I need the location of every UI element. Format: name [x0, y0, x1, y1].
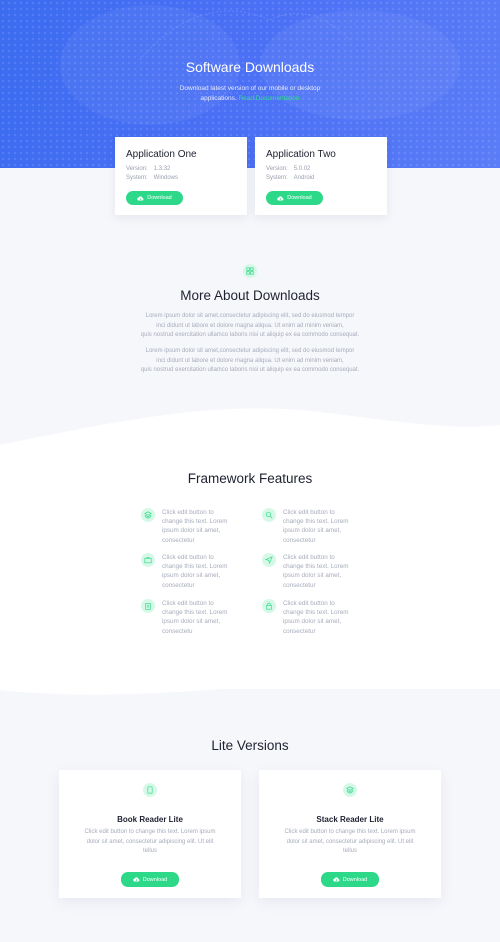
system-value: Android	[293, 175, 315, 181]
app-card-two: Application Two Version: 5.0.02 System: An…	[255, 137, 387, 215]
system-label: System:	[126, 175, 148, 181]
feature-line: change this text. Lorem	[283, 609, 349, 617]
wave-divider	[0, 408, 500, 470]
app-system: System: Android	[266, 175, 314, 181]
feature-line: consectetur	[283, 536, 316, 544]
app-card-one: Application One Version: 1.3.32 System: Wi…	[115, 137, 247, 215]
feature-line: change this text. Lorem	[162, 563, 228, 571]
app-version: Version: 1.3.32	[126, 166, 170, 172]
feature-text: Click edit button to change this text. Lo…	[283, 553, 363, 590]
lite-title: Lite Versions	[211, 738, 289, 753]
app-name: Application Two	[266, 149, 336, 160]
clipboard-icon	[141, 599, 155, 613]
download-label: Download	[147, 195, 172, 201]
about-title: More About Downloads	[180, 288, 320, 303]
lite-line: dolor sit amet, consectetur adipiscing e…	[286, 838, 414, 845]
tablet-icon	[143, 783, 157, 797]
version-label: Version:	[126, 166, 148, 172]
feature-line: Click edit button to	[283, 554, 335, 561]
feature-line: ipsum dolor sit amet,	[283, 618, 342, 626]
lite-line: tellus	[342, 848, 357, 854]
para-line: inci didunt ut labore et dolore magna al…	[156, 357, 344, 364]
para-line: Lorem ipsum dolor sit amet,consectetur a…	[145, 313, 355, 319]
feature-text: Click edit button to change this text. Lo…	[162, 508, 242, 545]
page-title: Software Downloads	[185, 59, 315, 75]
lite-card-book-reader: Book Reader Lite Click edit button to ch…	[59, 770, 241, 898]
about-paragraph-1: Lorem ipsum dolor sit amet,consectetur a…	[110, 312, 390, 341]
lock-icon	[262, 599, 276, 613]
lite-card-title: Book Reader Lite	[117, 815, 183, 824]
feature-line: consectetur	[283, 627, 316, 635]
feature-line: ipsum dolor sit amet,	[162, 527, 221, 535]
para-line: quis nostrud exercitation ullamco labori…	[140, 367, 360, 373]
download-label: Download	[342, 876, 368, 883]
read-documentation-link[interactable]: Read Documentation	[238, 95, 299, 102]
about-paragraph-2: Lorem ipsum dolor sit amet,consectetur a…	[110, 347, 390, 376]
briefcase-icon	[141, 553, 155, 567]
app-system: System: Windows	[126, 175, 178, 181]
feature-line: change this text. Lorem	[162, 518, 228, 526]
feature-line: change this text. Lorem	[162, 609, 228, 617]
layers-icon	[141, 508, 155, 522]
download-button[interactable]: Download	[126, 191, 183, 205]
feature-line: change this text. Lorem	[283, 563, 349, 571]
feature-text: Click edit button to change this text. Lo…	[162, 599, 242, 636]
feature-text: Click edit button to change this text. Lo…	[283, 508, 363, 545]
subtitle-line: applications. Read Documentation	[150, 94, 350, 104]
feature-line: ipsum dolor sit amet,	[162, 618, 221, 626]
download-button[interactable]: Download	[266, 191, 323, 205]
cloud-download-icon	[133, 877, 140, 882]
feature-line: Click edit button to	[162, 554, 214, 561]
lite-line: tellus	[142, 848, 157, 854]
lite-card-text: Click edit button to change this text. L…	[269, 828, 431, 857]
feature-line: consectetur	[162, 581, 195, 589]
lite-line: Click edit button to change this text. L…	[284, 829, 416, 835]
features-section	[0, 469, 500, 689]
lite-line: Click edit button to change this text. L…	[84, 829, 216, 835]
lite-line: dolor sit amet, consectetur adipiscing e…	[86, 838, 214, 845]
hero-subtitle: Download latest version of our mobile or…	[150, 84, 350, 103]
system-label: System:	[266, 175, 288, 181]
app-name: Application One	[126, 149, 197, 160]
version-label: Version:	[266, 166, 288, 172]
feature-line: Click edit button to	[162, 600, 214, 607]
subtitle-text: applications.	[200, 94, 237, 102]
search-icon	[262, 508, 276, 522]
download-button[interactable]: Download	[321, 872, 379, 887]
grid-icon	[243, 264, 257, 278]
para-line: inci didunt ut labore et dolore magna al…	[156, 322, 344, 329]
lite-card-text: Click edit button to change this text. L…	[69, 828, 231, 857]
feature-line: consectetur	[162, 536, 195, 544]
subtitle-line: Download latest version of our mobile or…	[179, 85, 321, 92]
feature-line: consectetu	[162, 627, 193, 635]
para-line: quis nostrud exercitation ullamco labori…	[140, 332, 360, 338]
cloud-download-icon	[333, 877, 340, 882]
wave-divider	[0, 660, 500, 695]
feature-line: ipsum dolor sit amet,	[283, 572, 342, 580]
download-button[interactable]: Download	[121, 872, 179, 887]
feature-line: Click edit button to	[162, 509, 214, 516]
feature-line: Click edit button to	[283, 509, 335, 516]
feature-line: ipsum dolor sit amet,	[162, 572, 221, 580]
version-value: 5.0.02	[293, 166, 311, 172]
version-value: 1.3.32	[153, 166, 171, 172]
download-label: Download	[142, 876, 168, 883]
feature-line: ipsum dolor sit amet,	[283, 527, 342, 535]
features-title: Framework Features	[187, 471, 313, 486]
feature-text: Click edit button to change this text. Lo…	[283, 599, 363, 636]
para-line: Lorem ipsum dolor sit amet,consectetur a…	[145, 348, 355, 354]
feature-line: consectetur	[283, 581, 316, 589]
cloud-download-icon	[277, 195, 284, 200]
system-value: Windows	[153, 175, 179, 181]
navigation-icon	[262, 553, 276, 567]
lite-card-stack-reader: Stack Reader Lite Click edit button to c…	[259, 770, 441, 898]
feature-line: Click edit button to	[283, 600, 335, 607]
app-version: Version: 5.0.02	[266, 166, 310, 172]
feature-text: Click edit button to change this text. Lo…	[162, 553, 242, 590]
cloud-download-icon	[137, 195, 144, 200]
feature-line: change this text. Lorem	[283, 518, 349, 526]
download-label: Download	[287, 195, 312, 201]
layers-icon	[343, 783, 357, 797]
lite-card-title: Stack Reader Lite	[316, 815, 384, 824]
